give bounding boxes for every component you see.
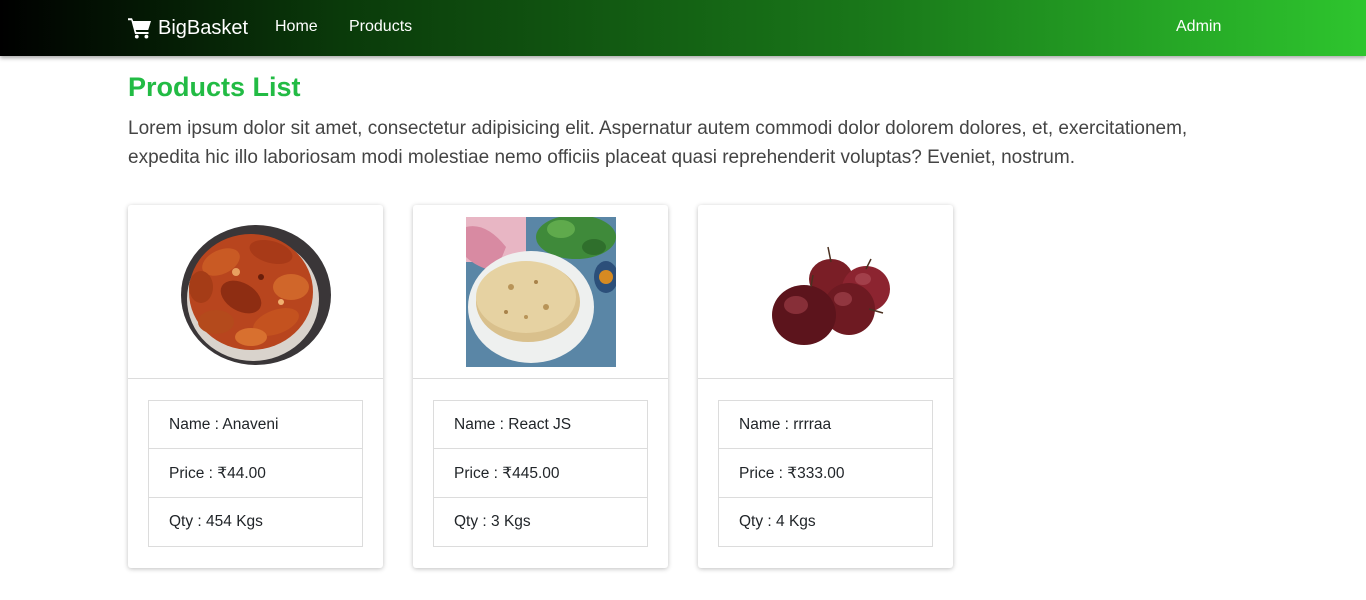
product-name: Name : rrrraa bbox=[718, 400, 933, 449]
product-name: Name : React JS bbox=[433, 400, 648, 449]
product-price: Price : ₹44.00 bbox=[148, 449, 363, 498]
product-qty: Qty : 4 Kgs bbox=[718, 498, 933, 547]
product-card: Name : Anaveni Price : ₹44.00 Qty : 454 … bbox=[128, 205, 383, 568]
page-title: Products List bbox=[128, 72, 301, 102]
product-details-list: Name : React JS Price : ₹445.00 Qty : 3 … bbox=[433, 400, 648, 547]
brand-name: BigBasket bbox=[158, 16, 249, 39]
product-price: Price : ₹333.00 bbox=[718, 449, 933, 498]
shopping-cart-icon bbox=[128, 17, 152, 39]
product-price: Price : ₹445.00 bbox=[433, 449, 648, 498]
navbar: BigBasket Home Products Admin bbox=[0, 0, 1366, 56]
product-qty: Qty : 3 Kgs bbox=[433, 498, 648, 547]
product-image-area bbox=[413, 205, 668, 379]
product-card: Name : rrrraa Price : ₹333.00 Qty : 4 Kg… bbox=[698, 205, 953, 568]
product-details-list: Name : rrrraa Price : ₹333.00 Qty : 4 Kg… bbox=[718, 400, 933, 547]
nav-home-link[interactable]: Home bbox=[275, 18, 318, 36]
product-image-area bbox=[698, 205, 953, 379]
brand-link[interactable]: BigBasket bbox=[128, 14, 248, 42]
product-card: Name : React JS Price : ₹445.00 Qty : 3 … bbox=[413, 205, 668, 568]
apples-image bbox=[751, 217, 901, 367]
nav-admin-link[interactable]: Admin bbox=[1176, 18, 1221, 36]
product-image-area bbox=[128, 205, 383, 379]
page-description: Lorem ipsum dolor sit amet, consectetur … bbox=[128, 118, 1188, 168]
nav-products-link[interactable]: Products bbox=[349, 18, 412, 36]
chapati-image bbox=[466, 217, 616, 367]
product-name: Name : Anaveni bbox=[148, 400, 363, 449]
product-qty: Qty : 454 Kgs bbox=[148, 498, 363, 547]
product-details-list: Name : Anaveni Price : ₹44.00 Qty : 454 … bbox=[148, 400, 363, 547]
chicken-wings-image bbox=[181, 217, 331, 367]
